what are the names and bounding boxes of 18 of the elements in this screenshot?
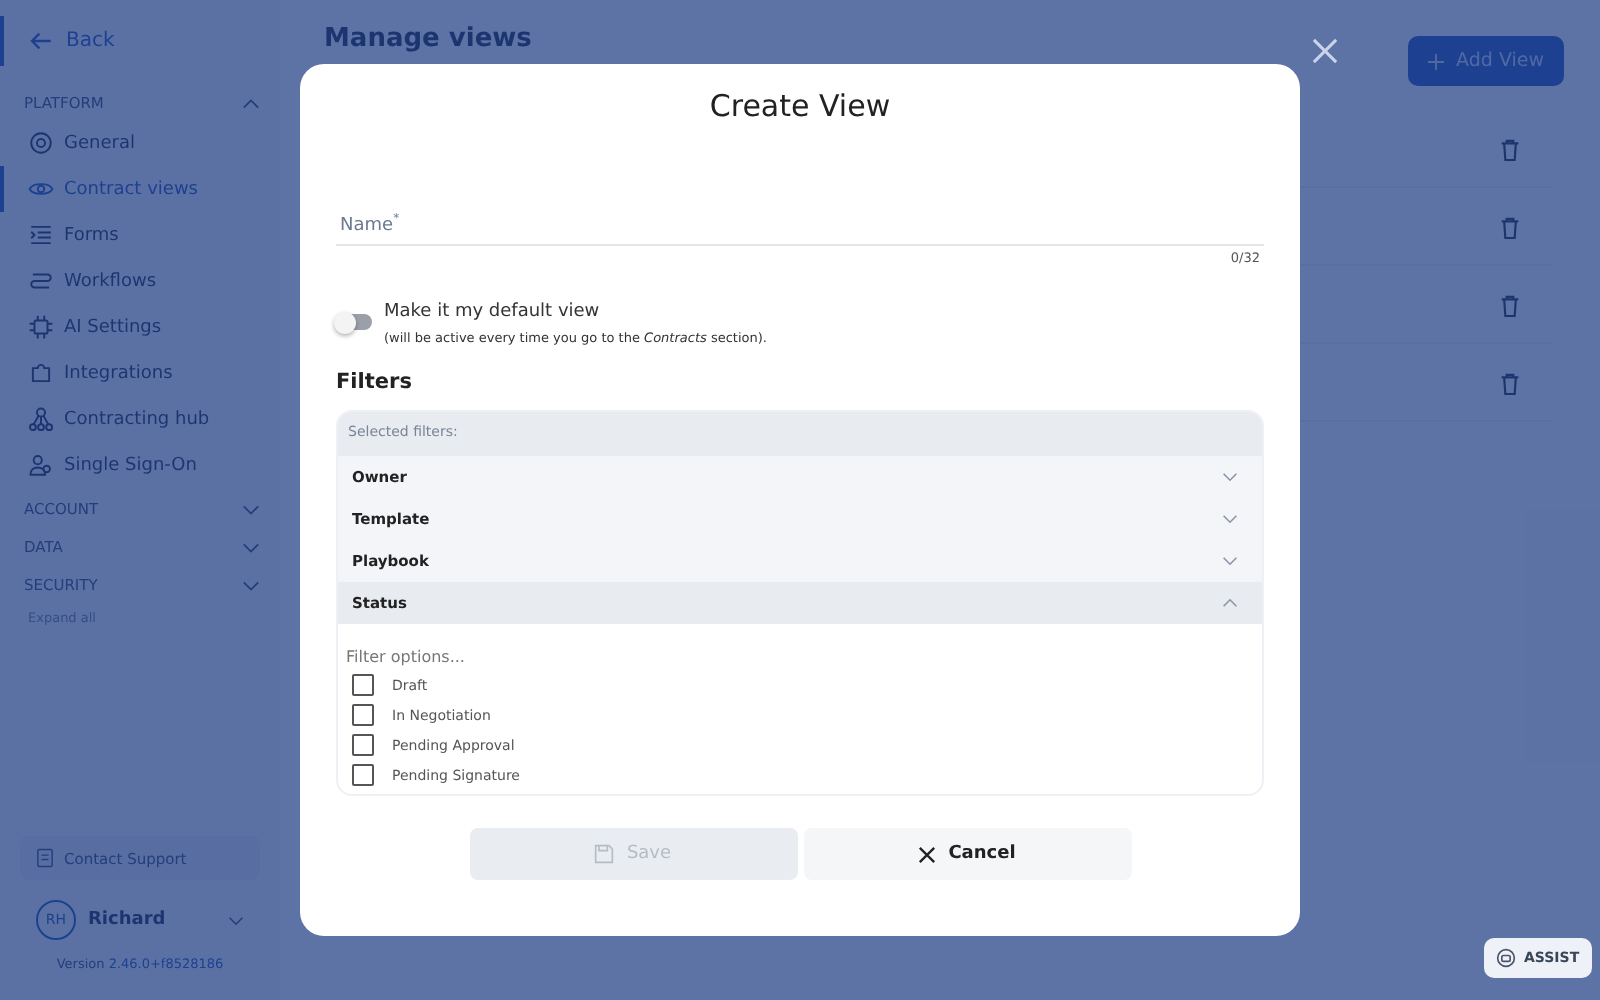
checkbox[interactable] xyxy=(352,674,374,696)
checkbox[interactable] xyxy=(352,764,374,786)
toggle-label: Make it my default view xyxy=(384,302,602,322)
user-name: Richard xyxy=(88,910,168,930)
filters-heading: Filters xyxy=(336,370,414,394)
close-icon xyxy=(918,845,937,863)
name-field[interactable]: Name$^{*}$ xyxy=(336,200,1264,246)
dialog-title: Create View xyxy=(707,88,893,124)
chevron-up-icon xyxy=(1222,598,1238,608)
chevron-down-icon xyxy=(1222,514,1238,524)
default-view-toggle[interactable] xyxy=(336,314,372,330)
checkbox[interactable] xyxy=(352,734,374,756)
chevron-down-icon xyxy=(1222,556,1238,566)
chevron-down-icon xyxy=(1222,472,1238,482)
close-icon[interactable] xyxy=(1312,38,1338,64)
page-title: Manage views xyxy=(324,24,532,56)
checkbox[interactable] xyxy=(352,704,374,726)
cancel-button[interactable]: Cancel xyxy=(803,828,1131,880)
